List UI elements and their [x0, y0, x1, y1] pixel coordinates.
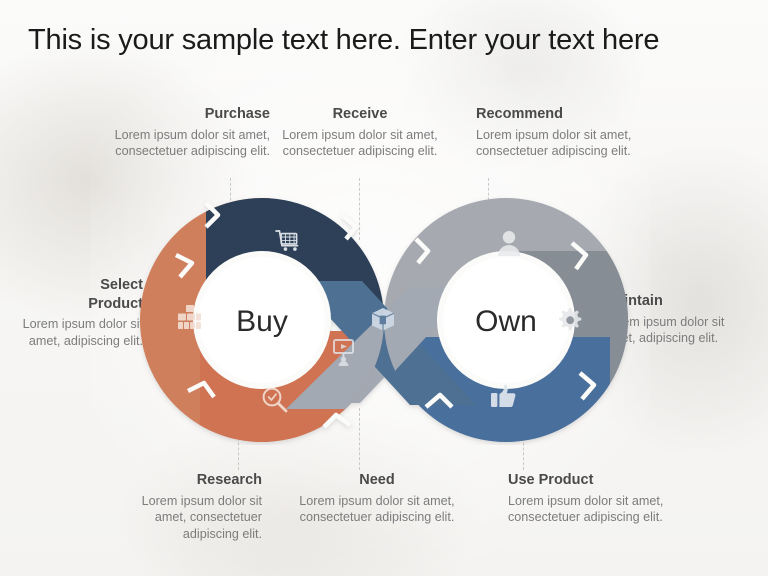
gear-icon — [559, 308, 582, 331]
callout-research: Research Lorem ipsum dolor sit amet, con… — [110, 471, 262, 543]
infinity-loop-diagram: Buy Own — [110, 195, 658, 445]
callout-purchase: Purchase Lorem ipsum dolor sit amet, con… — [100, 105, 270, 160]
hub-own-label: Own — [475, 305, 537, 338]
page-title: This is your sample text here. Enter you… — [28, 24, 660, 56]
callout-use-product-body: Lorem ipsum dolor sit amet, consectetuer… — [508, 493, 664, 525]
callout-need-body: Lorem ipsum dolor sit amet, consectetuer… — [299, 493, 455, 525]
callout-need: Need Lorem ipsum dolor sit amet, consect… — [291, 471, 463, 526]
callout-research-heading: Research — [196, 472, 262, 488]
callout-receive-heading: Receive — [332, 106, 388, 122]
callout-purchase-heading: Purchase — [204, 106, 270, 122]
callout-need-heading: Need — [359, 472, 395, 488]
callout-receive-body: Lorem ipsum dolor sit amet, consectetuer… — [282, 127, 438, 159]
callout-use-product: Use Product Lorem ipsum dolor sit amet, … — [508, 471, 680, 526]
callout-recommend-heading: Recommend — [476, 106, 564, 122]
callout-recommend: Recommend Lorem ipsum dolor sit amet, co… — [476, 105, 648, 160]
callout-purchase-body: Lorem ipsum dolor sit amet, consectetuer… — [114, 127, 270, 159]
slide-canvas: This is your sample text here. Enter you… — [0, 0, 768, 576]
callout-receive: Receive Lorem ipsum dolor sit amet, cons… — [274, 105, 446, 160]
callout-use-product-heading: Use Product — [508, 472, 594, 488]
callout-research-body: Lorem ipsum dolor sit amet, consectetuer… — [141, 493, 262, 542]
hub-buy-label: Buy — [236, 305, 288, 338]
callout-recommend-body: Lorem ipsum dolor sit amet, consectetuer… — [476, 127, 632, 159]
